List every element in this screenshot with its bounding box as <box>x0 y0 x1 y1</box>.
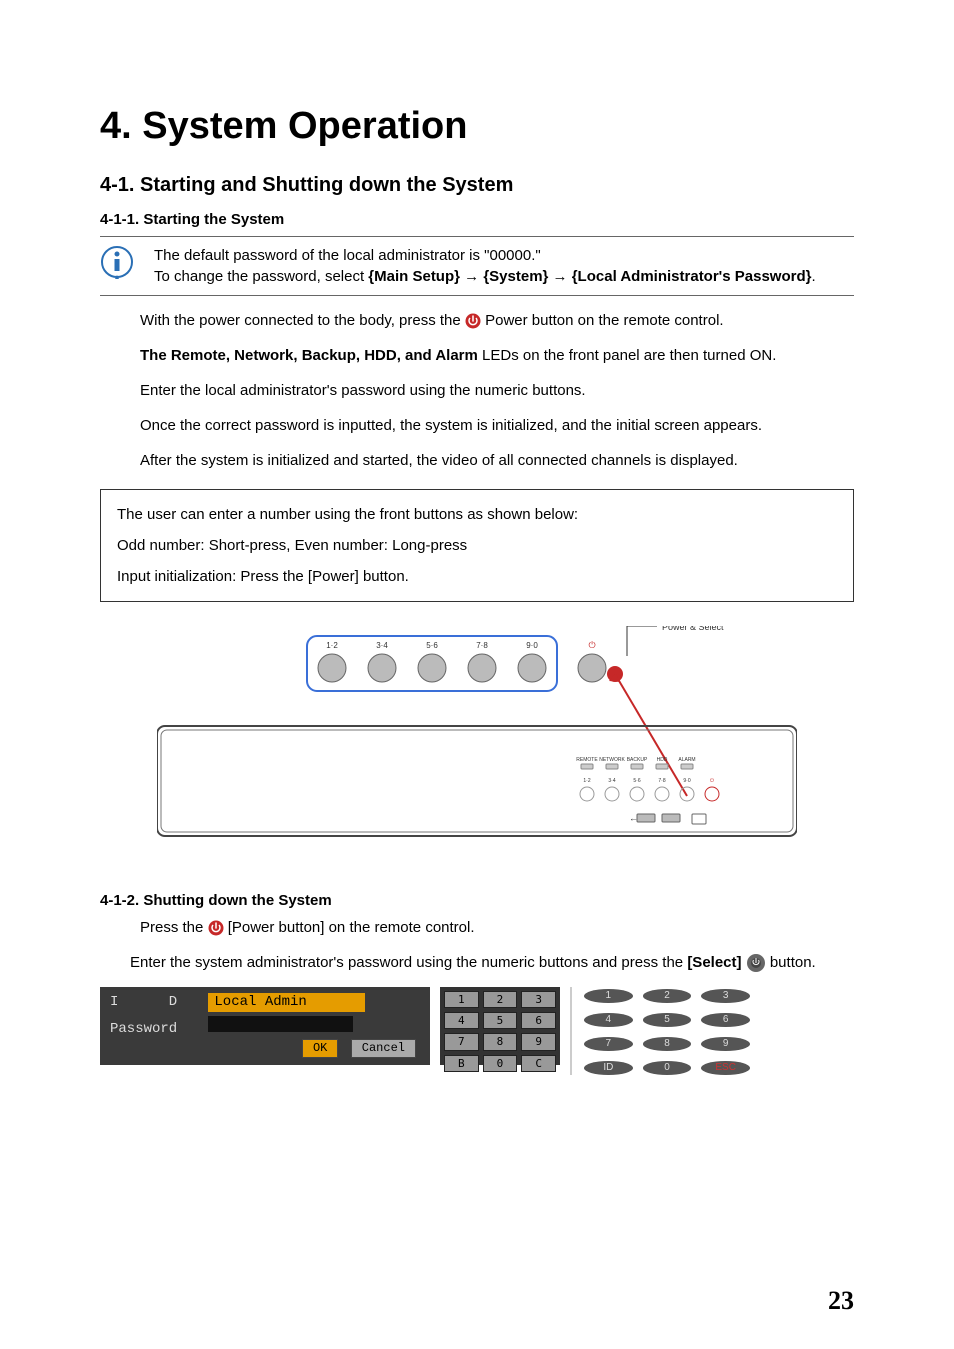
rkey-6[interactable]: 6 <box>701 1013 750 1027</box>
login-panel: I D Local Admin Password OK Cancel <box>100 987 430 1065</box>
svg-text:Power & Select: Power & Select <box>662 626 724 632</box>
info-icon <box>100 245 134 279</box>
shutdown-paragraph-1: Press the [Power button] on the remote c… <box>100 917 854 938</box>
power-icon <box>465 313 481 329</box>
note-line-2: Odd number: Short-press, Even number: Lo… <box>117 535 837 556</box>
rkey-5[interactable]: 5 <box>643 1013 692 1027</box>
rkey-8[interactable]: 8 <box>643 1037 692 1051</box>
rkey-4[interactable]: 4 <box>584 1013 633 1027</box>
chapter-title: 4. System Operation <box>100 100 854 153</box>
key-3[interactable]: 3 <box>521 991 556 1008</box>
remote-keypad: 1 2 3 4 5 6 7 8 9 ID 0 ESC <box>582 987 752 1075</box>
paragraph-5: After the system is initialized and star… <box>100 450 854 471</box>
key-1[interactable]: 1 <box>444 991 479 1008</box>
svg-text:⏻: ⏻ <box>710 778 714 784</box>
svg-text:←: ← <box>629 813 638 823</box>
svg-text:5·6: 5·6 <box>426 641 438 650</box>
info-line-1: The default password of the local admini… <box>154 245 854 266</box>
key-8[interactable]: 8 <box>483 1033 518 1050</box>
separator <box>570 987 572 1075</box>
shutdown-paragraph-2: Enter the system administrator's passwor… <box>100 952 854 973</box>
front-panel-diagram: 1·2 3·4 5·6 7·8 9·0 ⏻ Power & Select REM… <box>100 626 854 863</box>
login-ui-row: I D Local Admin Password OK Cancel 1 2 3… <box>100 987 854 1075</box>
svg-text:3·4: 3·4 <box>608 778 615 784</box>
svg-text:1·2: 1·2 <box>326 641 338 650</box>
svg-text:⏻: ⏻ <box>588 640 595 650</box>
key-c[interactable]: C <box>521 1055 556 1072</box>
input-instruction-box: The user can enter a number using the fr… <box>100 489 854 602</box>
svg-text:9·0: 9·0 <box>683 778 690 784</box>
id-value[interactable]: Local Admin <box>208 993 365 1013</box>
cancel-button[interactable]: Cancel <box>351 1039 416 1058</box>
info-line-2: To change the password, select {Main Set… <box>154 266 854 287</box>
svg-text:9·0: 9·0 <box>526 641 538 650</box>
paragraph-3: Enter the local administrator's password… <box>100 380 854 401</box>
rkey-2[interactable]: 2 <box>643 989 692 1003</box>
key-7[interactable]: 7 <box>444 1033 479 1050</box>
svg-text:HDD: HDD <box>657 757 668 763</box>
power-icon <box>208 920 224 936</box>
rkey-9[interactable]: 9 <box>701 1037 750 1051</box>
info-note-table: The default password of the local admini… <box>100 236 854 296</box>
page-number: 23 <box>828 1283 854 1319</box>
paragraph-2: The Remote, Network, Backup, HDD, and Al… <box>100 345 854 366</box>
svg-text:REMOTE: REMOTE <box>576 757 598 763</box>
rkey-3[interactable]: 3 <box>701 989 750 1003</box>
rkey-1[interactable]: 1 <box>584 989 633 1003</box>
onscreen-keypad: 1 2 3 4 5 6 7 8 9 B 0 C <box>440 987 560 1065</box>
svg-text:BACKUP: BACKUP <box>627 757 648 763</box>
rkey-0[interactable]: 0 <box>643 1061 692 1075</box>
rkey-id[interactable]: ID <box>584 1061 633 1075</box>
key-b[interactable]: B <box>444 1055 479 1072</box>
svg-text:NETWORK: NETWORK <box>599 757 625 763</box>
subsection-heading-4-1-2: 4-1-2. Shutting down the System <box>100 890 854 911</box>
select-icon <box>746 953 766 973</box>
svg-text:5·6: 5·6 <box>633 778 640 784</box>
svg-text:7·8: 7·8 <box>476 641 488 650</box>
password-input[interactable] <box>208 1016 353 1032</box>
svg-text:3·4: 3·4 <box>376 641 388 650</box>
key-5[interactable]: 5 <box>483 1012 518 1029</box>
key-0[interactable]: 0 <box>483 1055 518 1072</box>
note-line-1: The user can enter a number using the fr… <box>117 504 837 525</box>
svg-text:7·8: 7·8 <box>658 778 665 784</box>
password-label: Password <box>110 1020 200 1040</box>
paragraph-1: With the power connected to the body, pr… <box>100 310 854 331</box>
ok-button[interactable]: OK <box>302 1039 338 1058</box>
key-2[interactable]: 2 <box>483 991 518 1008</box>
id-label: I D <box>110 993 200 1013</box>
rkey-7[interactable]: 7 <box>584 1037 633 1051</box>
note-line-3: Input initialization: Press the [Power] … <box>117 566 837 587</box>
key-4[interactable]: 4 <box>444 1012 479 1029</box>
subsection-heading-4-1-1: 4-1-1. Starting the System <box>100 209 854 230</box>
svg-text:1·2: 1·2 <box>583 778 590 784</box>
key-6[interactable]: 6 <box>521 1012 556 1029</box>
rkey-esc[interactable]: ESC <box>701 1061 750 1075</box>
paragraph-4: Once the correct password is inputted, t… <box>100 415 854 436</box>
section-heading-4-1: 4-1. Starting and Shutting down the Syst… <box>100 171 854 199</box>
svg-text:ALARM: ALARM <box>678 757 695 763</box>
key-9[interactable]: 9 <box>521 1033 556 1050</box>
